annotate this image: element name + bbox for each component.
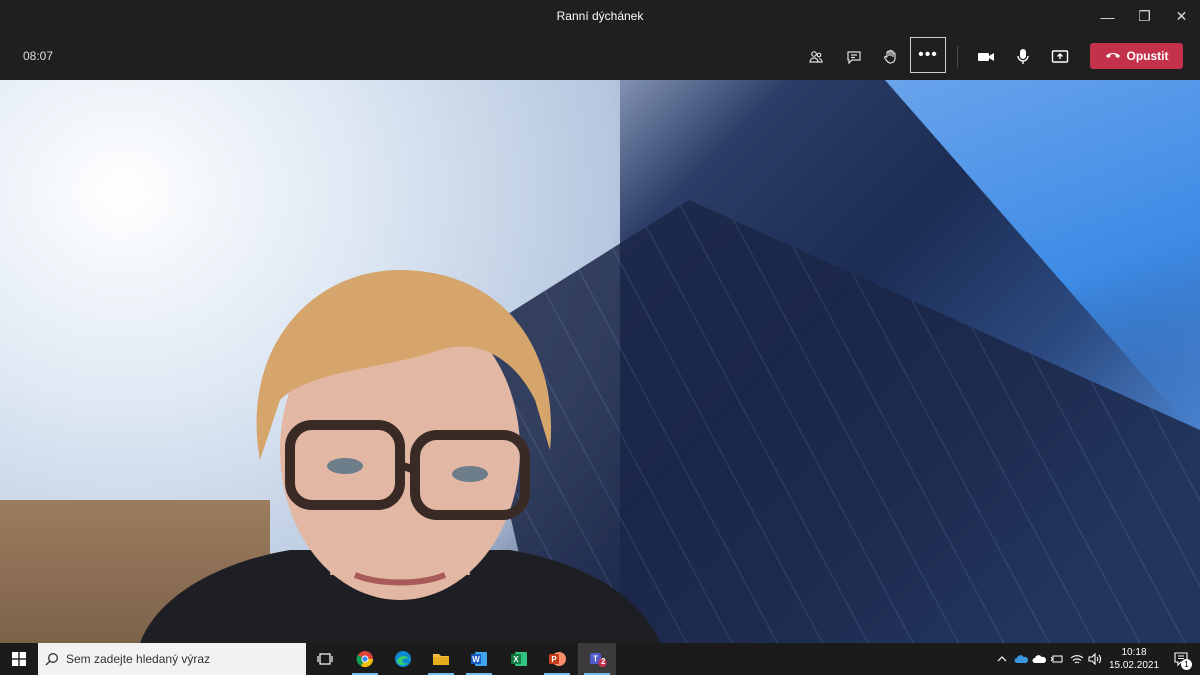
search-icon	[38, 652, 66, 666]
task-view-icon[interactable]	[306, 643, 344, 675]
word-icon[interactable]: W	[460, 643, 498, 675]
svg-text:X: X	[513, 655, 519, 664]
search-placeholder: Sem zadejte hledaný výraz	[66, 652, 211, 666]
windows-taskbar: Sem zadejte hledaný výraz W X P T 2 10:1…	[0, 643, 1200, 675]
camera-icon[interactable]	[970, 41, 1002, 73]
edge-icon[interactable]	[384, 643, 422, 675]
meeting-timer: 08:07	[23, 49, 54, 63]
leave-button[interactable]: Opustit	[1090, 43, 1183, 69]
clock-time: 10:18	[1121, 647, 1147, 658]
chat-icon[interactable]	[838, 41, 870, 73]
participants-icon[interactable]	[800, 41, 832, 73]
microphone-icon[interactable]	[1007, 41, 1039, 73]
volume-icon[interactable]	[1086, 643, 1104, 675]
window-title-bar: Ranní dýchánek — ❐ ✕	[0, 0, 1200, 33]
onedrive-icon[interactable]	[1012, 643, 1030, 675]
svg-text:T: T	[593, 655, 598, 664]
powerpoint-icon[interactable]: P	[538, 643, 576, 675]
teams-icon[interactable]: T 2	[578, 643, 616, 675]
wifi-icon[interactable]	[1068, 643, 1086, 675]
participant-video	[140, 270, 660, 643]
restore-button[interactable]: ❐	[1126, 0, 1163, 33]
chrome-icon[interactable]	[346, 643, 384, 675]
excel-icon[interactable]: X	[500, 643, 538, 675]
close-button[interactable]: ✕	[1163, 0, 1200, 33]
svg-text:W: W	[472, 655, 480, 664]
start-button[interactable]	[0, 643, 38, 675]
minimize-button[interactable]: —	[1089, 0, 1126, 33]
taskbar-clock[interactable]: 10:18 15.02.2021	[1108, 646, 1160, 672]
toolbar-divider	[957, 46, 958, 68]
raise-hand-icon[interactable]	[874, 41, 906, 73]
hang-up-icon	[1105, 49, 1121, 63]
teams-badge: 2	[601, 657, 606, 666]
clock-date: 15.02.2021	[1108, 660, 1160, 671]
video-feed	[0, 80, 1200, 643]
notification-count: 1	[1181, 659, 1192, 670]
file-explorer-icon[interactable]	[422, 643, 460, 675]
meeting-toolbar: 08:07 ••• Opustit	[0, 33, 1200, 80]
share-screen-icon[interactable]	[1044, 41, 1076, 73]
cloud-icon[interactable]	[1030, 643, 1048, 675]
taskbar-search[interactable]: Sem zadejte hledaný výraz	[38, 643, 306, 675]
svg-text:P: P	[551, 655, 557, 664]
window-title: Ranní dýchánek	[556, 9, 644, 23]
leave-label: Opustit	[1126, 49, 1169, 63]
battery-icon[interactable]	[1048, 643, 1066, 675]
windows-logo-icon	[12, 652, 26, 666]
more-options-button[interactable]: •••	[910, 37, 946, 73]
notification-center-icon[interactable]: 1	[1162, 643, 1200, 675]
chevron-up-icon[interactable]	[994, 643, 1010, 675]
